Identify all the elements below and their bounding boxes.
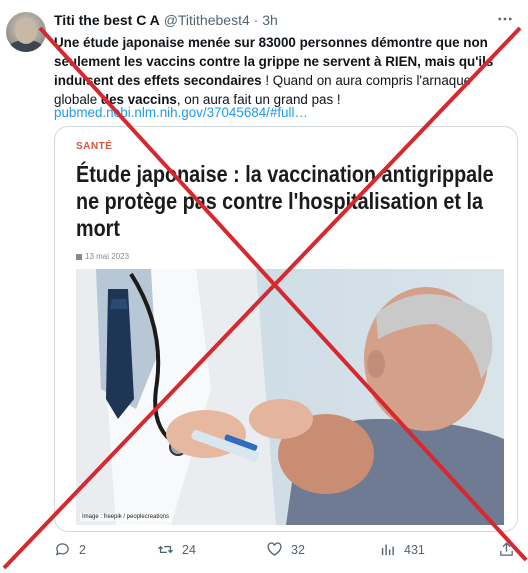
tweet-text: Une étude japonaise menée sur 83000 pers… [54, 33, 516, 109]
calendar-icon [76, 253, 82, 260]
vaccination-illustration [76, 269, 504, 525]
like-icon [267, 542, 282, 556]
retweet-count: 24 [182, 542, 196, 557]
author-name[interactable]: Titi the best C A [54, 12, 160, 28]
link-card[interactable]: SANTÉ Étude japonaise : la vaccination a… [54, 126, 518, 532]
more-icon[interactable] [496, 10, 514, 33]
reply-icon [55, 543, 69, 556]
tweet-header: Titi the best C A @Titithebest4 · 3h [54, 12, 278, 28]
tweet-time[interactable]: 3h [262, 12, 278, 28]
image-credit: Image : freepik / peoplecreations [80, 513, 172, 521]
avatar-face [15, 18, 37, 44]
reply-count: 2 [79, 542, 86, 557]
retweet-button[interactable]: 24 [157, 541, 196, 558]
tweet-actions: 2 24 32 431 [54, 541, 528, 561]
views-button[interactable]: 431 [379, 541, 425, 558]
retweet-icon [157, 545, 174, 554]
card-date: 13 mai 2023 [76, 252, 129, 261]
reply-button[interactable]: 2 [54, 541, 86, 558]
card-date-text: 13 mai 2023 [85, 252, 130, 261]
share-button[interactable] [498, 541, 515, 558]
card-image: Image : freepik / peoplecreations [76, 269, 504, 525]
tweet-link[interactable]: pubmed.ncbi.nlm.nih.gov/37045684/#full… [54, 105, 308, 120]
share-icon [500, 542, 513, 556]
views-icon [381, 544, 394, 556]
card-headline: Étude japonaise : la vaccination antigri… [76, 161, 494, 241]
views-count: 431 [404, 542, 425, 557]
avatar[interactable] [6, 12, 46, 52]
card-category: SANTÉ [76, 141, 113, 152]
like-count: 32 [291, 542, 305, 557]
author-handle[interactable]: @Titithebest4 [164, 12, 250, 28]
like-button[interactable]: 32 [266, 541, 305, 558]
meta-separator: · [253, 12, 259, 28]
